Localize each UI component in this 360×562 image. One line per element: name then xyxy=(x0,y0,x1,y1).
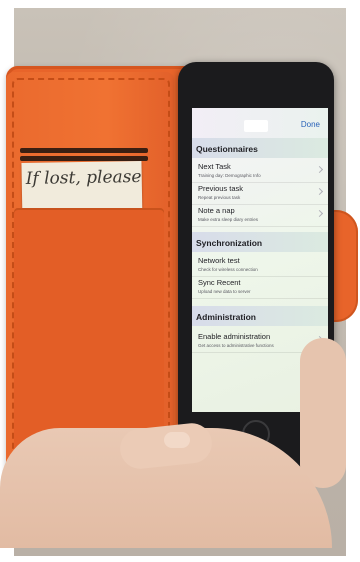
chevron-right-icon xyxy=(315,187,324,196)
menu-row-note-a-nap[interactable]: Note a nap Make extra sleep diary entrie… xyxy=(192,204,328,227)
row-title: Note a nap xyxy=(198,206,235,215)
row-subtitle: Upload new data to server xyxy=(198,289,251,294)
row-title: Enable administration xyxy=(198,332,271,341)
section-label: Administration xyxy=(196,312,256,322)
menu-row-next-task[interactable]: Next Task Training day: Demographic Info xyxy=(192,160,328,183)
note-handwriting: If lost, please xyxy=(25,166,142,189)
hand-fingers xyxy=(300,338,346,488)
nav-title-placeholder xyxy=(244,120,268,132)
card-slot xyxy=(20,148,148,153)
nav-bar: Done xyxy=(192,108,328,138)
section-header: Administration xyxy=(192,306,328,326)
row-title: Sync Recent xyxy=(198,278,241,287)
menu-row-sync-recent[interactable]: Sync Recent Upload new data to server xyxy=(192,276,328,299)
section-label: Synchronization xyxy=(196,238,263,248)
chevron-right-icon xyxy=(315,165,324,174)
section-header: Synchronization xyxy=(192,232,328,252)
section-header: Questionnaires xyxy=(192,138,328,158)
menu-row-network-test[interactable]: Network test Check for wireless connecti… xyxy=(192,254,328,277)
row-subtitle: Make extra sleep diary entries xyxy=(198,217,259,222)
thumbnail xyxy=(164,432,190,448)
done-button[interactable]: Done xyxy=(301,120,320,129)
menu-row-previous-task[interactable]: Previous task Repeat previous task xyxy=(192,182,328,205)
row-title: Previous task xyxy=(198,184,244,193)
row-subtitle: Check for wireless connection xyxy=(198,267,258,272)
row-title: Next Task xyxy=(198,162,231,171)
row-subtitle: Repeat previous task xyxy=(198,195,241,200)
row-title: Network test xyxy=(198,256,240,265)
section-label: Questionnaires xyxy=(196,144,258,154)
chevron-right-icon xyxy=(315,209,324,218)
row-subtitle: Get access to administrative functions xyxy=(198,343,274,348)
row-subtitle: Training day: Demographic Info xyxy=(198,173,261,178)
